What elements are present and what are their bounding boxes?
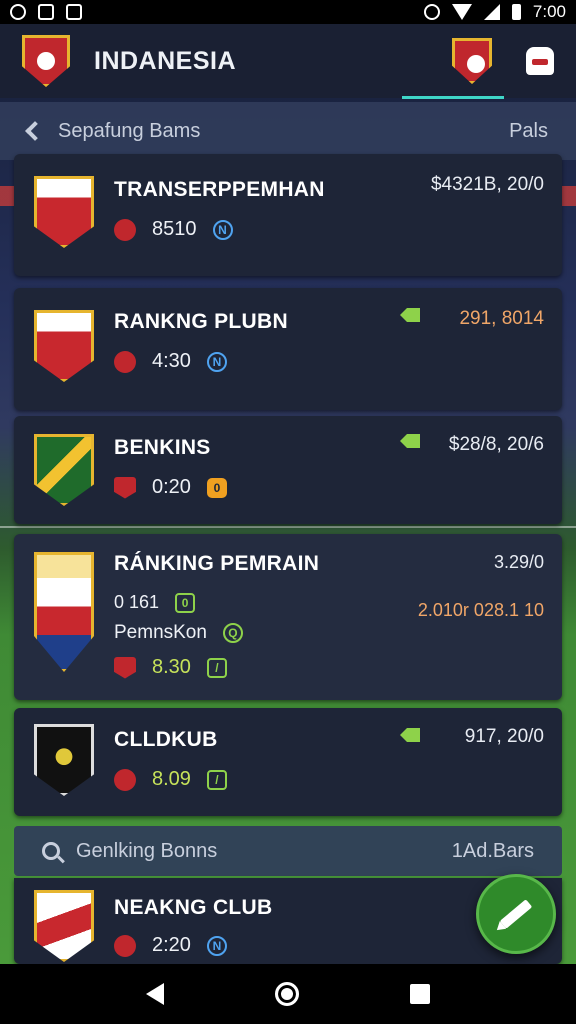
- status-time: 7:00: [532, 2, 566, 21]
- player-avatar: [34, 552, 94, 672]
- sub-stat: 0 161: [114, 592, 160, 612]
- edit-fab-button[interactable]: [476, 874, 556, 954]
- item-amount: 917, 20/0: [464, 726, 544, 747]
- system-nav-bar: [0, 964, 576, 1024]
- player-avatar: [34, 310, 94, 382]
- section-right-label[interactable]: Pals: [509, 120, 548, 143]
- item-stat: 0:20: [152, 476, 191, 498]
- sub-name: PemnsKon: [114, 622, 207, 643]
- wifi-icon: [451, 4, 472, 20]
- section-right-label[interactable]: 1Ad.Bars: [452, 840, 534, 863]
- edit-icon[interactable]: /: [206, 769, 227, 790]
- item-name: RANKNG PLUBN: [114, 310, 288, 333]
- club-crest-icon[interactable]: [452, 38, 492, 84]
- active-tab-indicator: [402, 96, 504, 99]
- item-stat: 2:20: [152, 934, 191, 956]
- app-header: INDANESIA: [0, 24, 576, 98]
- club-icon: [114, 218, 136, 241]
- item-name: TRANSERPPEMHAN: [114, 178, 325, 201]
- battery-icon: [511, 4, 521, 20]
- section-header-bottom: Genlking Bonns 1Ad.Bars: [14, 826, 562, 876]
- info-icon[interactable]: N: [206, 935, 227, 956]
- notification-icon: [10, 4, 26, 20]
- trend-tag-icon: [400, 434, 420, 448]
- trend-tag-icon: [400, 308, 420, 322]
- list-item[interactable]: RANKNG PLUBN 291, 8014 4:30 N: [14, 288, 562, 410]
- item-name: RÁNKING PEMRAIN: [114, 552, 320, 575]
- recents-nav-icon[interactable]: [410, 984, 431, 1004]
- app-notification-icon-2: [66, 4, 82, 20]
- app-title: INDANESIA: [94, 46, 237, 75]
- club-icon: [114, 350, 136, 373]
- edit-icon[interactable]: /: [206, 657, 227, 678]
- home-nav-icon[interactable]: [274, 982, 299, 1006]
- signal-icon: [483, 4, 500, 20]
- list-item[interactable]: CLLDKUB 917, 20/0 8.09 /: [14, 708, 562, 816]
- info-icon[interactable]: N: [212, 219, 233, 240]
- item-amount: 2.010r 028.1 10: [417, 600, 544, 620]
- pencil-icon: [499, 899, 533, 929]
- item-amount: $28/8, 20/6: [448, 434, 544, 455]
- club-icon: [114, 768, 136, 791]
- item-amount: $4321B, 20/0: [430, 174, 544, 195]
- info-icon[interactable]: Q: [222, 623, 243, 643]
- item-amount: 291, 8014: [459, 308, 544, 329]
- list-item-expanded[interactable]: RÁNKING PEMRAIN 3.29/0 0 161 0 PemnsKon …: [14, 534, 562, 700]
- stat-icon: 0: [175, 592, 196, 613]
- item-name: BENKINS: [114, 436, 211, 459]
- club-badge: [34, 890, 94, 962]
- list-item[interactable]: BENKINS $28/8, 20/6 0:20 0: [14, 416, 562, 524]
- section-title: Sepafung Bams: [58, 119, 201, 142]
- item-stat: 8.30: [152, 656, 191, 678]
- profile-icon[interactable]: [526, 47, 554, 75]
- item-name: CLLDKUB: [114, 728, 218, 751]
- back-icon[interactable]: [25, 121, 45, 141]
- club-icon: [114, 656, 136, 679]
- alarm-icon: [423, 4, 440, 20]
- club-icon: [114, 476, 136, 499]
- club-icon: [114, 934, 136, 957]
- team-crest-logo: [22, 35, 70, 87]
- list-item[interactable]: TRANSERPPEMHAN $4321B, 20/0 8510 N: [14, 154, 562, 276]
- trend-tag-icon: [400, 728, 420, 742]
- club-badge: [34, 434, 94, 506]
- info-icon[interactable]: 0: [206, 477, 227, 498]
- search-icon[interactable]: [42, 842, 60, 860]
- info-icon[interactable]: N: [206, 351, 227, 372]
- section-title: Genlking Bonns: [76, 839, 218, 862]
- status-bar: 7:00: [0, 0, 576, 24]
- item-top-right: 3.29/0: [493, 552, 544, 572]
- section-header-top: Sepafung Bams Pals: [0, 102, 576, 160]
- item-stat: 8510: [152, 218, 197, 240]
- item-name: NEAKNG CLUB: [114, 896, 273, 919]
- back-nav-icon[interactable]: [145, 983, 164, 1005]
- player-avatar: [34, 176, 94, 248]
- item-stat: 8.09: [152, 768, 191, 790]
- club-badge: [34, 724, 94, 796]
- app-notification-icon: [38, 4, 54, 20]
- item-stat: 4:30: [152, 350, 191, 372]
